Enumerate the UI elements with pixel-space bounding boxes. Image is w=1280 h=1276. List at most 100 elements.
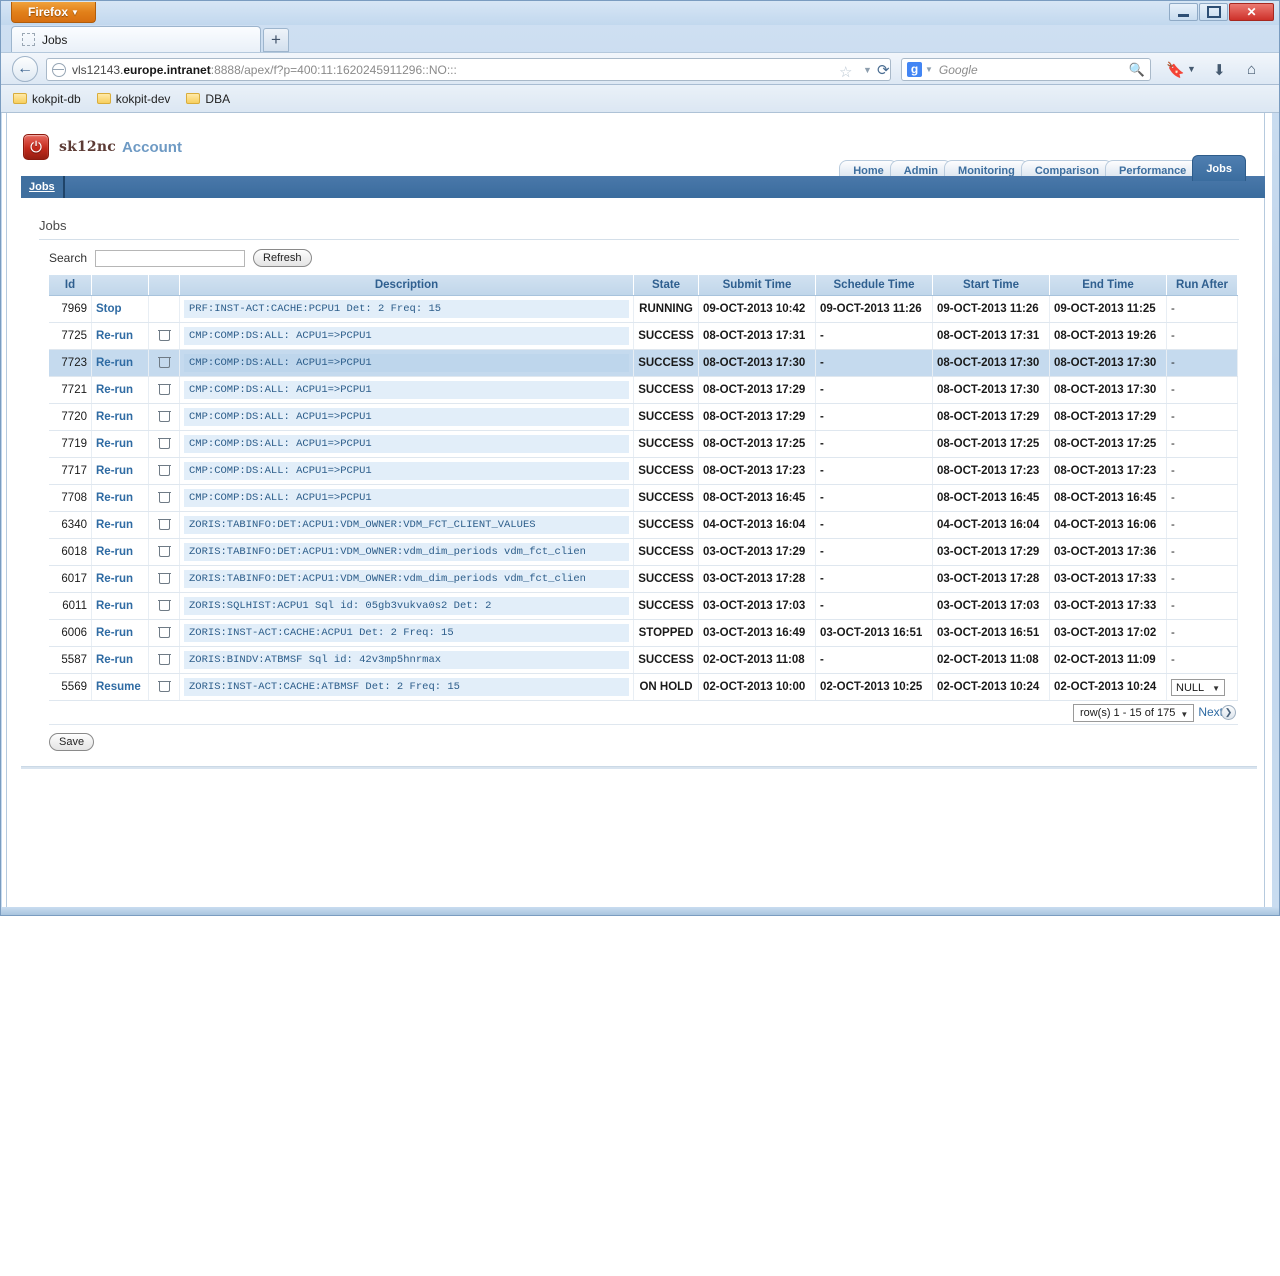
firefox-menu-button[interactable]: Firefox▼ <box>11 2 96 23</box>
action-link[interactable]: Re-run <box>96 411 133 423</box>
action-link[interactable]: Re-run <box>96 330 133 342</box>
col-description[interactable]: Description <box>180 275 634 296</box>
description-text[interactable]: CMP:COMP:DS:ALL: ACPU1=>PCPU1 <box>184 381 629 399</box>
col-run-after[interactable]: Run After <box>1167 275 1238 296</box>
action-link[interactable]: Re-run <box>96 600 133 612</box>
col-submit-time[interactable]: Submit Time <box>699 275 816 296</box>
action-link[interactable]: Re-run <box>96 465 133 477</box>
new-tab-button[interactable]: + <box>263 28 289 52</box>
action-link[interactable]: Re-run <box>96 519 133 531</box>
col-schedule-time[interactable]: Schedule Time <box>816 275 933 296</box>
cell-description: ZORIS:TABINFO:DET:ACPU1:VDM_OWNER:VDM_FC… <box>180 512 634 539</box>
table-row[interactable]: 7723Re-runCMP:COMP:DS:ALL: ACPU1=>PCPU1S… <box>49 350 1238 377</box>
table-row[interactable]: 7969StopPRF:INST-ACT:CACHE:PCPU1 Det: 2 … <box>49 296 1238 323</box>
table-row[interactable]: 7708Re-runCMP:COMP:DS:ALL: ACPU1=>PCPU1S… <box>49 485 1238 512</box>
chevron-down-icon[interactable]: ▼ <box>863 65 872 75</box>
description-text[interactable]: PRF:INST-ACT:CACHE:PCPU1 Det: 2 Freq: 15 <box>184 300 629 318</box>
trash-icon[interactable] <box>159 329 170 341</box>
tab-jobs[interactable]: Jobs <box>1192 155 1246 181</box>
trash-icon[interactable] <box>159 437 170 449</box>
trash-icon[interactable] <box>159 680 170 692</box>
description-text[interactable]: ZORIS:TABINFO:DET:ACPU1:VDM_OWNER:VDM_FC… <box>184 516 629 534</box>
description-text[interactable]: CMP:COMP:DS:ALL: ACPU1=>PCPU1 <box>184 354 629 372</box>
rows-per-page-select[interactable]: row(s) 1 - 15 of 175▼ <box>1073 704 1194 722</box>
action-link[interactable]: Re-run <box>96 357 133 369</box>
cell-id: 6340 <box>49 512 92 539</box>
browser-search-bar[interactable]: g ▼ Google 🔍 <box>901 58 1151 81</box>
save-button[interactable]: Save <box>49 733 94 751</box>
bookmarks-icon[interactable]: 🔖 <box>1166 61 1185 79</box>
table-row[interactable]: 7719Re-runCMP:COMP:DS:ALL: ACPU1=>PCPU1S… <box>49 431 1238 458</box>
table-row[interactable]: 7717Re-runCMP:COMP:DS:ALL: ACPU1=>PCPU1S… <box>49 458 1238 485</box>
table-row[interactable]: 5569ResumeZORIS:INST-ACT:CACHE:ATBMSF De… <box>49 674 1238 701</box>
description-text[interactable]: CMP:COMP:DS:ALL: ACPU1=>PCPU1 <box>184 435 629 453</box>
table-row[interactable]: 6018Re-runZORIS:TABINFO:DET:ACPU1:VDM_OW… <box>49 539 1238 566</box>
trash-icon[interactable] <box>159 545 170 557</box>
browser-tab-jobs[interactable]: Jobs <box>11 26 261 52</box>
table-row[interactable]: 7725Re-runCMP:COMP:DS:ALL: ACPU1=>PCPU1S… <box>49 323 1238 350</box>
action-link[interactable]: Re-run <box>96 546 133 558</box>
trash-icon[interactable] <box>159 491 170 503</box>
chevron-down-icon[interactable]: ▼ <box>1187 64 1196 74</box>
action-link[interactable]: Re-run <box>96 627 133 639</box>
trash-icon[interactable] <box>159 653 170 665</box>
search-input[interactable] <box>95 250 245 267</box>
description-text[interactable]: ZORIS:BINDV:ATBMSF Sql id: 42v3mp5hnrmax <box>184 651 629 669</box>
table-row[interactable]: 6017Re-runZORIS:TABINFO:DET:ACPU1:VDM_OW… <box>49 566 1238 593</box>
subnav-item-jobs[interactable]: Jobs <box>21 176 65 198</box>
refresh-button[interactable]: Refresh <box>253 249 312 267</box>
action-link[interactable]: Re-run <box>96 573 133 585</box>
col-start-time[interactable]: Start Time <box>933 275 1050 296</box>
minimize-button[interactable] <box>1169 3 1198 21</box>
bookmark-item[interactable]: kokpit-db <box>13 92 81 106</box>
url-bar[interactable]: vls12143.europe.intranet:8888/apex/f?p=4… <box>46 58 891 81</box>
action-link[interactable]: Stop <box>96 303 122 315</box>
description-text[interactable]: ZORIS:INST-ACT:CACHE:ATBMSF Det: 2 Freq:… <box>184 678 629 696</box>
col-end-time[interactable]: End Time <box>1050 275 1167 296</box>
table-row[interactable]: 6340 Re-run ZORIS:TABINFO:DET:ACPU1:VDM_OW… <box>49 512 1238 539</box>
description-text[interactable]: CMP:COMP:DS:ALL: ACPU1=>PCPU1 <box>184 489 629 507</box>
reload-icon[interactable]: ⟳ <box>877 61 890 79</box>
table-row[interactable]: 6006Re-runZORIS:INST-ACT:CACHE:ACPU1 Det… <box>49 620 1238 647</box>
trash-icon[interactable] <box>159 356 170 368</box>
action-link[interactable]: Re-run <box>96 438 133 450</box>
description-text[interactable]: ZORIS:TABINFO:DET:ACPU1:VDM_OWNER:vdm_di… <box>184 543 629 561</box>
next-page-link[interactable]: Next❯ <box>1198 705 1236 720</box>
action-link[interactable]: Resume <box>96 681 141 693</box>
description-text[interactable]: ZORIS:SQLHIST:ACPU1 Sql id: 05gb3vukva0s… <box>184 597 629 615</box>
search-icon[interactable]: 🔍 <box>1129 62 1145 78</box>
action-link[interactable]: Re-run <box>96 384 133 396</box>
trash-icon[interactable] <box>159 383 170 395</box>
action-link[interactable]: Re-run <box>96 654 133 666</box>
table-row[interactable]: 7721Re-runCMP:COMP:DS:ALL: ACPU1=>PCPU1S… <box>49 377 1238 404</box>
trash-icon[interactable] <box>159 626 170 638</box>
description-text[interactable]: CMP:COMP:DS:ALL: ACPU1=>PCPU1 <box>184 408 629 426</box>
download-icon[interactable]: ⬇ <box>1213 61 1226 79</box>
home-icon[interactable]: ⌂ <box>1247 61 1256 78</box>
close-button[interactable]: ✕ <box>1229 3 1274 21</box>
back-button[interactable]: ← <box>12 56 38 82</box>
cell-start-time: 08-OCT-2013 16:45 <box>933 485 1050 512</box>
description-text[interactable]: ZORIS:INST-ACT:CACHE:ACPU1 Det: 2 Freq: … <box>184 624 629 642</box>
trash-icon[interactable] <box>159 518 170 530</box>
chevron-down-icon[interactable]: ▼ <box>925 65 933 74</box>
description-text[interactable]: CMP:COMP:DS:ALL: ACPU1=>PCPU1 <box>184 327 629 345</box>
cell-submit-time: 08-OCT-2013 17:29 <box>699 377 816 404</box>
col-state[interactable]: State <box>634 275 699 296</box>
bookmark-item[interactable]: kokpit-dev <box>97 92 171 106</box>
bookmark-star-icon[interactable]: ☆ <box>839 63 852 81</box>
bookmark-item[interactable]: DBA <box>186 92 230 106</box>
trash-icon[interactable] <box>159 572 170 584</box>
table-row[interactable]: 7720Re-runCMP:COMP:DS:ALL: ACPU1=>PCPU1S… <box>49 404 1238 431</box>
trash-icon[interactable] <box>159 599 170 611</box>
action-link[interactable]: Re-run <box>96 492 133 504</box>
table-row[interactable]: 6011Re-runZORIS:SQLHIST:ACPU1 Sql id: 05… <box>49 593 1238 620</box>
description-text[interactable]: CMP:COMP:DS:ALL: ACPU1=>PCPU1 <box>184 462 629 480</box>
description-text[interactable]: ZORIS:TABINFO:DET:ACPU1:VDM_OWNER:vdm_di… <box>184 570 629 588</box>
trash-icon[interactable] <box>159 464 170 476</box>
run-after-select[interactable]: NULL▼ <box>1171 679 1225 696</box>
trash-icon[interactable] <box>159 410 170 422</box>
col-id[interactable]: Id <box>49 275 92 296</box>
table-row[interactable]: 5587Re-runZORIS:BINDV:ATBMSF Sql id: 42v… <box>49 647 1238 674</box>
maximize-button[interactable] <box>1199 3 1228 21</box>
